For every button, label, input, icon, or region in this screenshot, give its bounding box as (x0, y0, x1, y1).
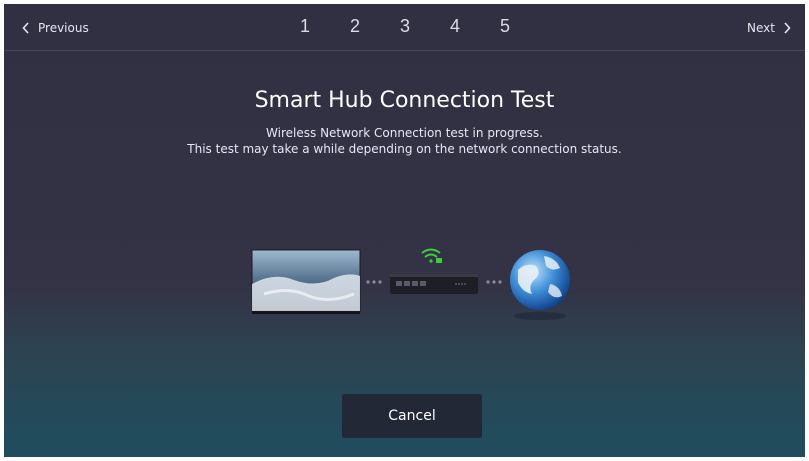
step-3[interactable]: 3 (400, 16, 450, 37)
connection-test-screen: Previous 1 2 3 4 5 Next Smart Hub Connec… (4, 4, 805, 457)
globe-icon (510, 250, 570, 320)
previous-button[interactable]: Previous (22, 18, 89, 38)
next-button[interactable]: Next (747, 18, 791, 38)
step-1[interactable]: 1 (300, 16, 350, 37)
chevron-right-icon (784, 22, 791, 34)
cancel-button[interactable]: Cancel (342, 394, 482, 438)
page-title: Smart Hub Connection Test (254, 88, 555, 113)
step-navigation-bar: Previous 1 2 3 4 5 Next (4, 4, 805, 51)
connection-dots-right (486, 280, 502, 284)
chevron-left-icon (22, 22, 29, 34)
connection-dots-left (366, 280, 382, 284)
step-5[interactable]: 5 (500, 16, 550, 37)
router-icon (390, 274, 478, 294)
step-4[interactable]: 4 (450, 16, 500, 37)
status-message-line-1: Wireless Network Connection test in prog… (266, 126, 543, 140)
step-2[interactable]: 2 (350, 16, 400, 37)
connection-illustration (251, 248, 570, 320)
status-message-line-2: This test may take a while depending on … (187, 142, 622, 156)
next-label: Next (747, 21, 775, 35)
previous-label: Previous (38, 21, 89, 35)
tv-icon (251, 249, 361, 314)
step-indicator: 1 2 3 4 5 (300, 16, 550, 37)
cancel-label: Cancel (388, 408, 436, 424)
wifi-signal-icon (421, 248, 442, 263)
